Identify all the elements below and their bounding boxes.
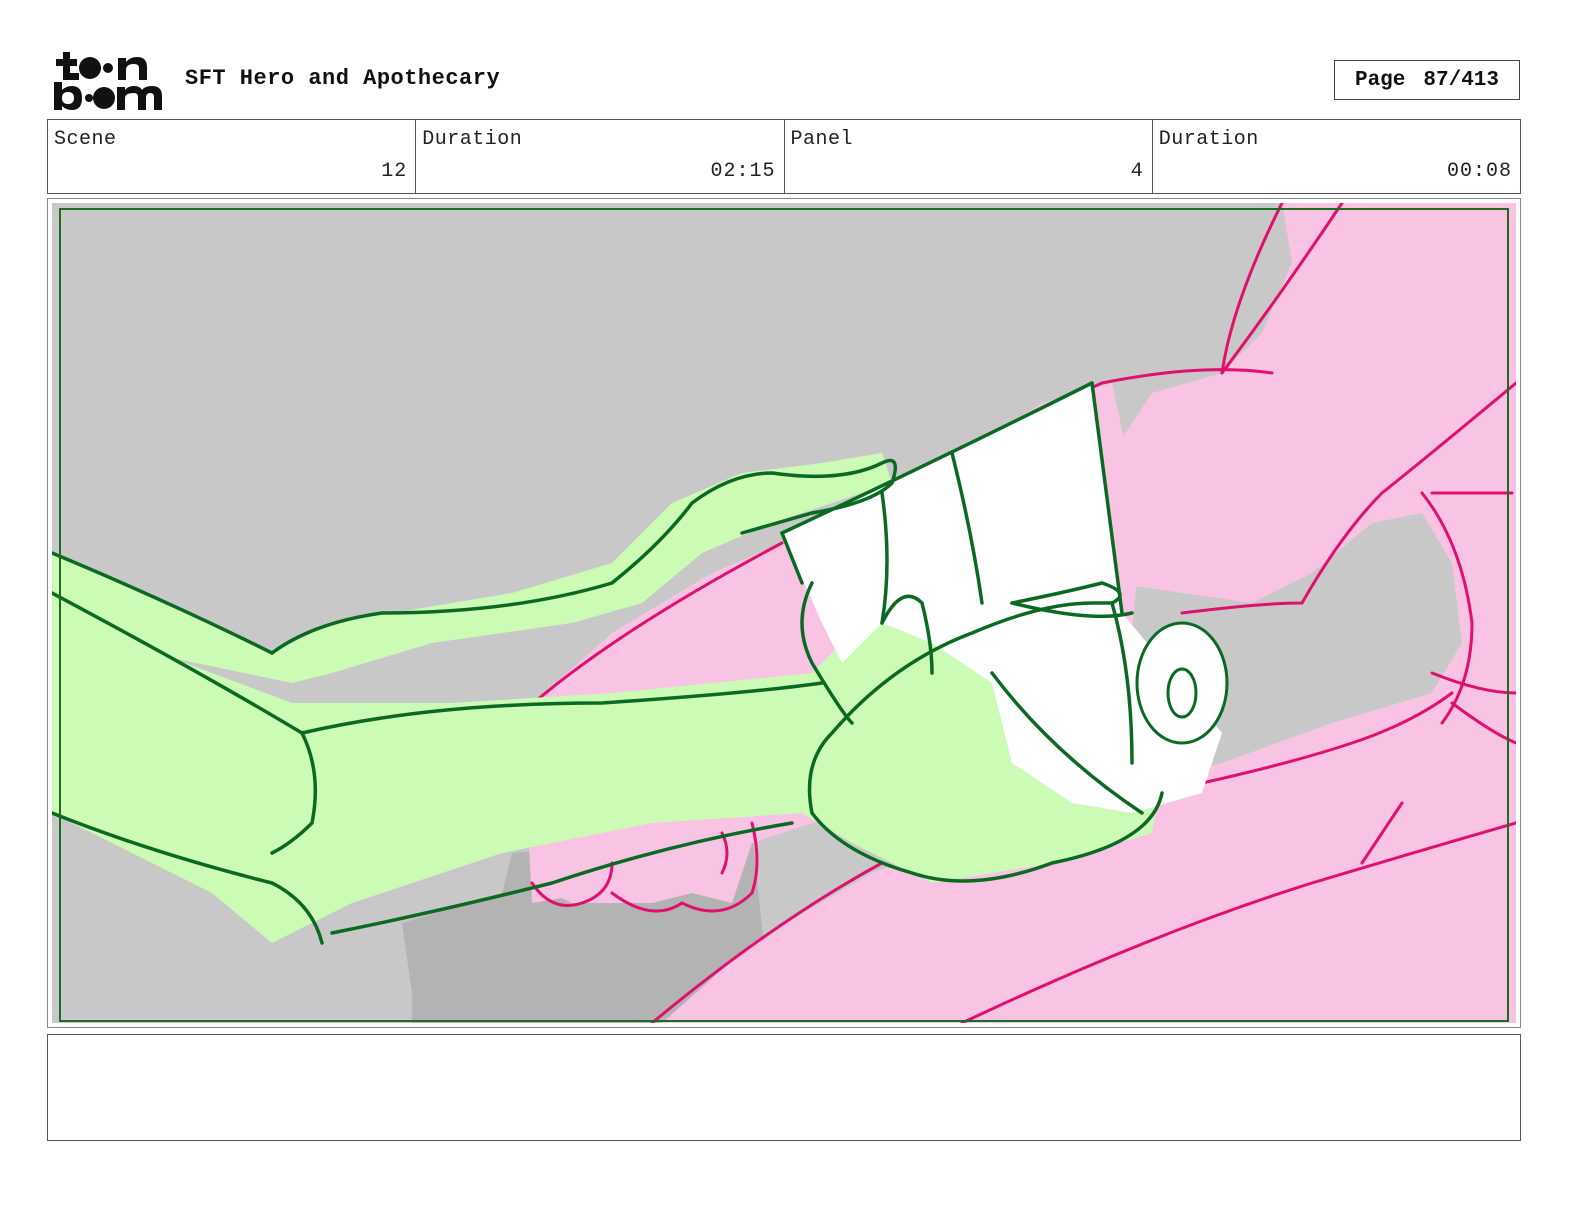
page-number: 87/413 xyxy=(1423,68,1500,92)
scene-duration-cell: Duration 02:15 xyxy=(416,120,785,193)
toon-boom-logo xyxy=(54,52,162,110)
scene-cell: Scene 12 xyxy=(48,120,417,193)
panel-duration-value: 00:08 xyxy=(1446,160,1512,183)
panel-value: 4 xyxy=(1130,160,1144,183)
page-label: Page xyxy=(1354,68,1406,92)
scene-value: 12 xyxy=(381,160,408,183)
scene-duration-label: Duration xyxy=(422,128,523,151)
storyboard-panel xyxy=(47,198,1521,1028)
scene-label: Scene xyxy=(54,128,117,151)
cup-lid xyxy=(1135,621,1229,745)
scene-duration-value: 02:15 xyxy=(710,160,776,183)
panel-info-row: Scene 12 Duration 02:15 Panel 4 Duration… xyxy=(47,119,1521,194)
panel-cell: Panel 4 xyxy=(785,120,1153,193)
page-indicator: Page 87/413 xyxy=(1334,60,1520,100)
panel-drawing xyxy=(52,203,1516,1023)
panel-duration-label: Duration xyxy=(1158,128,1259,151)
project-title: SFT Hero and Apothecary xyxy=(185,66,501,91)
panel-label: Panel xyxy=(790,128,854,151)
panel-duration-cell: Duration 00:08 xyxy=(1153,120,1520,193)
panel-notes-box xyxy=(47,1034,1521,1141)
